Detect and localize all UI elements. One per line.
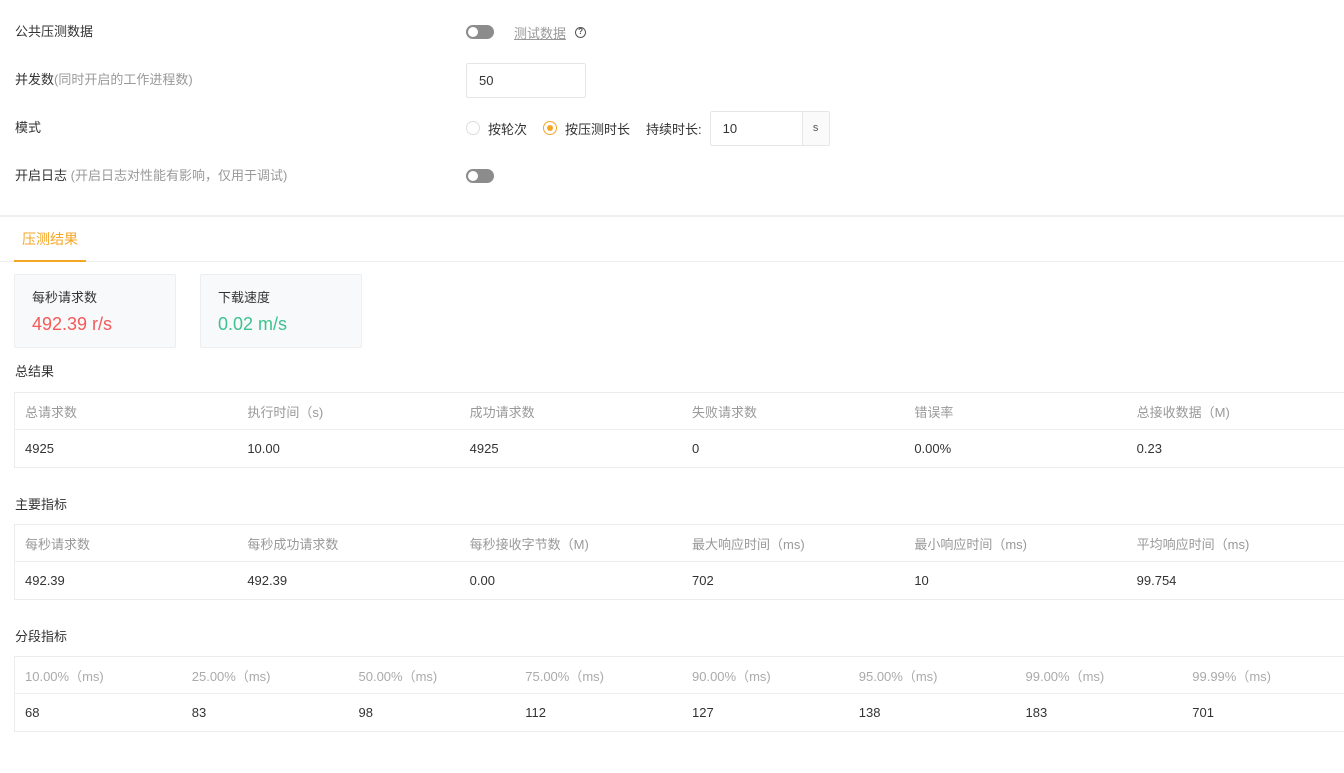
- logging-controls: [466, 152, 494, 200]
- results-tabs: 压测结果: [0, 217, 1344, 262]
- summary-header-cell: 总请求数: [25, 404, 78, 420]
- percentiles-value-cell: 83: [191, 705, 207, 720]
- percentiles-header-row: 10.00%（ms) 25.00%（ms) 50.00%（ms) 75.00%（…: [15, 657, 1344, 694]
- logging-label: 开启日志 (开启日志对性能有影响，仅用于调试): [15, 152, 287, 200]
- summary-header-cell: 成功请求数: [469, 404, 535, 420]
- summary-value-cell: 10.00: [247, 441, 280, 456]
- summary-value-cell: 0.00%: [914, 441, 952, 456]
- percentiles-header-cell: 90.00%（ms): [692, 668, 771, 684]
- metrics-header-row: 每秒请求数 每秒成功请求数 每秒接收字节数（M) 最大响应时间（ms) 最小响应…: [15, 525, 1344, 562]
- percentiles-header-cell: 95.00%（ms): [858, 668, 938, 684]
- metrics-header-cell: 每秒请求数: [25, 536, 91, 552]
- logging-switch[interactable]: [466, 169, 494, 183]
- metrics-header-cell: 最小响应时间（ms): [914, 536, 1027, 552]
- public-data-label: 公共压测数据: [15, 24, 94, 39]
- concurrency-input[interactable]: 50: [466, 62, 586, 98]
- stat-download-title: 下载速度: [218, 290, 271, 305]
- radio-rounds-dot[interactable]: [466, 121, 480, 135]
- metrics-value-cell: 492.39: [247, 573, 288, 588]
- stat-card-download: 下载速度 0.02 m/s: [200, 274, 362, 348]
- metrics-header-cell: 平均响应时间（ms): [1136, 536, 1250, 552]
- concurrency-label: 并发数(同时开启的工作进程数): [15, 56, 193, 104]
- public-data-switch[interactable]: [466, 25, 494, 39]
- percentiles-header-cell: 50.00%（ms): [358, 668, 438, 684]
- percentiles-value-cell: 127: [692, 705, 714, 720]
- metrics-table: 每秒请求数 每秒成功请求数 每秒接收字节数（M) 最大响应时间（ms) 最小响应…: [14, 524, 1344, 600]
- percentiles-value-cell: 701: [1192, 705, 1214, 720]
- radio-duration-dot[interactable]: [543, 121, 558, 135]
- mode-radio-duration[interactable]: 按压测时长: [543, 119, 630, 138]
- concurrency-hint: (同时开启的工作进程数): [54, 72, 193, 87]
- radio-duration-label: 按压测时长: [565, 121, 631, 137]
- mode-label: 模式: [15, 120, 42, 135]
- metrics-value-row: 492.39 492.39 0.00 702 10 99.754: [15, 562, 1344, 599]
- metrics-value-cell: 10: [914, 573, 929, 588]
- summary-header-cell: 失败请求数: [691, 404, 757, 420]
- question-circle-icon[interactable]: ?: [575, 26, 587, 38]
- percentiles-value-cell: 68: [25, 705, 40, 720]
- percentiles-header-cell: 75.00%（ms): [525, 668, 604, 684]
- logging-label-text: 开启日志: [15, 168, 68, 183]
- percentiles-value-cell: 112: [525, 705, 546, 720]
- stat-download-value: 0.02 m/s: [218, 314, 288, 334]
- percentiles-table: 10.00%（ms) 25.00%（ms) 50.00%（ms) 75.00%（…: [14, 656, 1344, 732]
- percentiles-header-cell: 99.00%（ms): [1025, 668, 1105, 684]
- summary-header-cell: 总接收数据（M): [1136, 404, 1230, 420]
- duration-input[interactable]: 10: [711, 112, 802, 145]
- summary-value-cell: 0.23: [1136, 441, 1162, 456]
- summary-header-cell: 执行时间（s): [247, 404, 324, 420]
- form-row-public-data: 公共压测数据 测试数据 ?: [0, 8, 1344, 56]
- logging-hint: (开启日志对性能有影响，仅用于调试): [70, 168, 288, 183]
- metrics-header-cell: 每秒接收字节数（M): [469, 536, 589, 552]
- radio-rounds-label: 按轮次: [488, 121, 528, 137]
- metrics-value-cell: 0.00: [469, 573, 495, 588]
- duration-label: 持续时长:: [646, 121, 702, 137]
- percentiles-value-cell: 138: [858, 705, 881, 720]
- stat-rps-title: 每秒请求数: [32, 290, 98, 305]
- tab-results[interactable]: 压测结果: [14, 217, 86, 262]
- percentiles-value-cell: 98: [358, 705, 373, 720]
- duration-unit: s: [801, 111, 829, 145]
- summary-title: 总结果: [15, 364, 55, 379]
- summary-value-cell: 4925: [25, 441, 54, 456]
- summary-value-cell: 4925: [469, 441, 499, 456]
- percentiles-header-cell: 99.99%（ms): [1192, 668, 1271, 684]
- metrics-value-cell: 492.39: [25, 573, 65, 588]
- percentiles-header-cell: 10.00%（ms): [25, 668, 104, 684]
- metrics-header-cell: 每秒成功请求数: [247, 536, 339, 552]
- metrics-value-cell: 702: [691, 573, 714, 588]
- concurrency-label-text: 并发数: [15, 72, 55, 87]
- concurrency-controls: 50: [466, 56, 586, 104]
- summary-value-cell: 0: [691, 441, 700, 456]
- metrics-title: 主要指标: [15, 497, 68, 512]
- public-data-controls: 测试数据 ?: [466, 8, 587, 56]
- percentiles-value-row: 68 83 98 112 127 138 183 701: [15, 694, 1344, 731]
- summary-table: 总请求数 执行时间（s) 成功请求数 失败请求数 错误率 总接收数据（M) 49…: [14, 392, 1344, 468]
- percentiles-header-cell: 25.00%（ms): [191, 668, 271, 684]
- form-row-mode: 模式 按轮次 按压测时长 持续时长: 10 s: [0, 104, 1344, 152]
- form-row-concurrency: 并发数(同时开启的工作进程数) 50: [0, 56, 1344, 104]
- summary-header-row: 总请求数 执行时间（s) 成功请求数 失败请求数 错误率 总接收数据（M): [15, 393, 1344, 430]
- mode-controls: 按轮次 按压测时长 持续时长: 10 s: [466, 104, 830, 152]
- percentiles-value-cell: 183: [1025, 705, 1048, 720]
- metrics-value-cell: 99.754: [1136, 573, 1177, 588]
- stat-rps-value: 492.39 r/s: [32, 314, 113, 334]
- form-row-logging: 开启日志 (开启日志对性能有影响，仅用于调试): [0, 152, 1344, 200]
- stat-card-rps: 每秒请求数 492.39 r/s: [14, 274, 176, 348]
- percentiles-title: 分段指标: [15, 629, 68, 644]
- metrics-header-cell: 最大响应时间（ms): [691, 536, 805, 552]
- test-data-link[interactable]: 测试数据: [514, 23, 566, 42]
- duration-input-group: 10 s: [709, 110, 830, 146]
- mode-radio-rounds[interactable]: 按轮次: [466, 119, 527, 138]
- summary-header-cell: 错误率: [914, 404, 954, 420]
- summary-value-row: 4925 10.00 4925 0 0.00% 0.23: [15, 430, 1344, 467]
